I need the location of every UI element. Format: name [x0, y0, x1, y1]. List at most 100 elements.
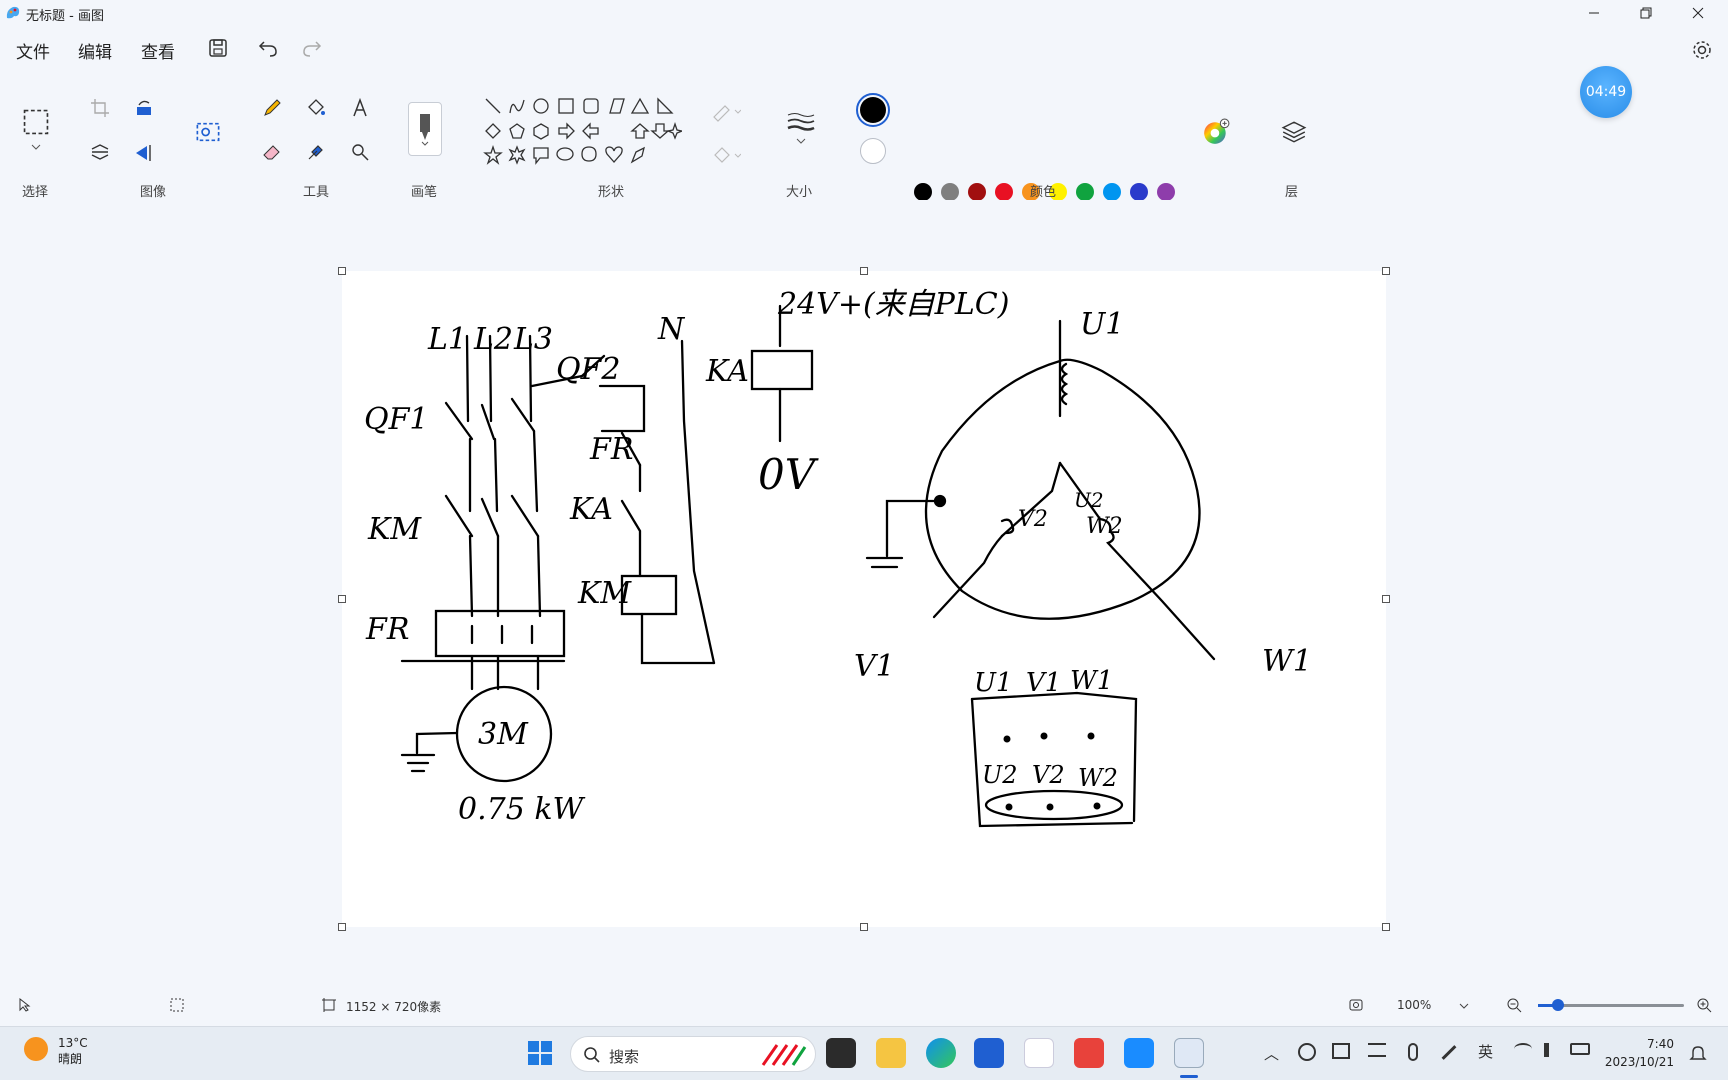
canvas-size-text: 1152 × 720像素 — [346, 1000, 442, 1014]
text-tool[interactable] — [346, 94, 374, 122]
label-L1: L1 — [427, 322, 467, 357]
magnifier-tool[interactable] — [346, 138, 374, 166]
redo-icon[interactable] — [300, 36, 324, 60]
canvas-handle-top[interactable] — [860, 267, 868, 275]
resize-button[interactable] — [86, 138, 114, 166]
shape-outline-button[interactable] — [706, 98, 746, 126]
windows-start-icon[interactable] — [525, 1038, 555, 1068]
weather-desc: 晴朗 — [58, 1052, 83, 1066]
group-label-brush: 画笔 — [411, 185, 438, 200]
tray-battery-icon[interactable] — [1570, 1043, 1590, 1055]
tray-pen-icon[interactable] — [1441, 1045, 1457, 1060]
group-label-select: 选择 — [22, 185, 49, 200]
zoom-slider[interactable] — [1538, 999, 1684, 1011]
paint-taskbar-icon[interactable] — [1174, 1038, 1204, 1068]
tray-settings-icon[interactable] — [1368, 1043, 1386, 1057]
label-QF1: QF1 — [364, 402, 429, 437]
zoom-in-icon[interactable] — [1696, 997, 1712, 1013]
fit-to-window-icon[interactable] — [1348, 997, 1364, 1013]
label-FR-main: FR — [365, 612, 409, 647]
shape-fill-button[interactable] — [706, 142, 746, 170]
file-explorer-icon[interactable] — [876, 1038, 906, 1068]
canvas-area: L1 L2 L3 N QF1 QF2 KM FR FR KA KM 3M 0.7… — [0, 200, 1728, 990]
menu-file[interactable]: 文件 — [16, 38, 50, 63]
microsoft-store-icon[interactable] — [974, 1038, 1004, 1068]
image-properties-button[interactable] — [192, 116, 224, 148]
select-tool[interactable] — [20, 106, 52, 138]
timer-badge[interactable]: 04:49 — [1580, 66, 1632, 118]
primary-color[interactable] — [856, 93, 890, 127]
drawing-canvas[interactable]: L1 L2 L3 N QF1 QF2 KM FR FR KA KM 3M 0.7… — [342, 271, 1386, 927]
palette-color-row1-0[interactable] — [914, 183, 932, 201]
app-m-icon[interactable] — [1024, 1038, 1054, 1068]
edge-browser-icon[interactable] — [926, 1038, 956, 1068]
palette-color-row1-8[interactable] — [1130, 183, 1148, 201]
tray-chevron-up-icon[interactable]: ︿ — [1264, 1043, 1279, 1064]
flip-button[interactable] — [130, 138, 158, 166]
tray-microphone-icon[interactable] — [1408, 1043, 1418, 1061]
undo-icon[interactable] — [256, 36, 280, 60]
canvas-handle-bottom-left[interactable] — [338, 923, 346, 931]
taskbar-clock[interactable]: 7:40 2023/10/21 — [1604, 1035, 1674, 1071]
weather-sun-icon[interactable] — [24, 1037, 48, 1061]
eraser-tool[interactable] — [258, 138, 286, 166]
eyedropper-icon — [308, 145, 323, 160]
color-picker-tool[interactable] — [302, 138, 330, 166]
palette-color-row1-9[interactable] — [1157, 183, 1175, 201]
crop-button[interactable] — [86, 94, 114, 122]
shapes-gallery[interactable] — [482, 96, 682, 168]
menu-edit[interactable]: 编辑 — [78, 38, 112, 63]
palette-color-row1-7[interactable] — [1103, 183, 1121, 201]
zoom-slider-thumb[interactable] — [1552, 999, 1564, 1011]
group-label-shapes: 形状 — [598, 185, 625, 200]
canvas-handle-top-left[interactable] — [338, 267, 346, 275]
box-label-W2: W2 — [1078, 764, 1118, 792]
tray-volume-icon[interactable] — [1544, 1043, 1558, 1057]
canvas-handle-top-right[interactable] — [1382, 267, 1390, 275]
fill-tool[interactable] — [302, 94, 330, 122]
brush-selector[interactable] — [408, 102, 442, 156]
save-icon[interactable] — [206, 36, 230, 60]
canvas-handle-bottom[interactable] — [860, 923, 868, 931]
secondary-color[interactable] — [860, 138, 886, 164]
cloud-app-icon[interactable] — [1124, 1038, 1154, 1068]
canvas-handle-left[interactable] — [338, 595, 346, 603]
zoom-select[interactable]: 100% — [1390, 993, 1474, 1017]
palette-color-row1-6[interactable] — [1076, 183, 1094, 201]
palette-color-row1-1[interactable] — [941, 183, 959, 201]
taskbar-search[interactable]: 搜索 — [570, 1036, 816, 1072]
ribbon — [0, 88, 1728, 253]
primary-color-swatch — [860, 97, 886, 123]
weather-widget[interactable]: 13°C 晴朗 — [58, 1035, 88, 1067]
pencil-tool[interactable] — [258, 94, 286, 122]
tray-wifi-icon[interactable] — [1514, 1043, 1532, 1055]
tray-ime-indicator[interactable]: 英 — [1478, 1041, 1493, 1062]
layers-icon — [1281, 121, 1307, 143]
clock-time: 7:40 — [1647, 1037, 1674, 1051]
zoom-out-icon[interactable] — [1506, 997, 1522, 1013]
edit-colors-button[interactable] — [1200, 116, 1232, 148]
settings-gear-icon[interactable] — [1690, 38, 1714, 62]
notification-bell-icon[interactable] — [1688, 1043, 1708, 1063]
canvas-handle-bottom-right[interactable] — [1382, 923, 1390, 931]
label-V2: V2 — [1018, 507, 1048, 532]
layers-button[interactable] — [1278, 116, 1310, 148]
label-FR-ctrl: FR — [589, 432, 633, 467]
size-selector[interactable] — [784, 108, 818, 148]
rotate-button[interactable] — [130, 94, 158, 122]
minimize-button[interactable] — [1568, 0, 1620, 26]
canvas-handle-right[interactable] — [1382, 595, 1390, 603]
menu-view[interactable]: 查看 — [141, 38, 175, 63]
select-dropdown[interactable] — [22, 140, 50, 154]
palette-color-row1-2[interactable] — [968, 183, 986, 201]
close-button[interactable] — [1672, 0, 1724, 26]
task-view-icon[interactable] — [826, 1038, 856, 1068]
restore-button[interactable] — [1620, 0, 1672, 26]
label-N: N — [657, 312, 686, 347]
huawei-appgallery-icon[interactable] — [1074, 1038, 1104, 1068]
paint-app-icon — [6, 6, 20, 19]
palette-color-row1-3[interactable] — [995, 183, 1013, 201]
title-bar: 无标题 - 画图 — [0, 0, 1728, 26]
tray-sync-icon[interactable] — [1298, 1043, 1316, 1061]
tray-app-icon[interactable] — [1332, 1043, 1350, 1059]
